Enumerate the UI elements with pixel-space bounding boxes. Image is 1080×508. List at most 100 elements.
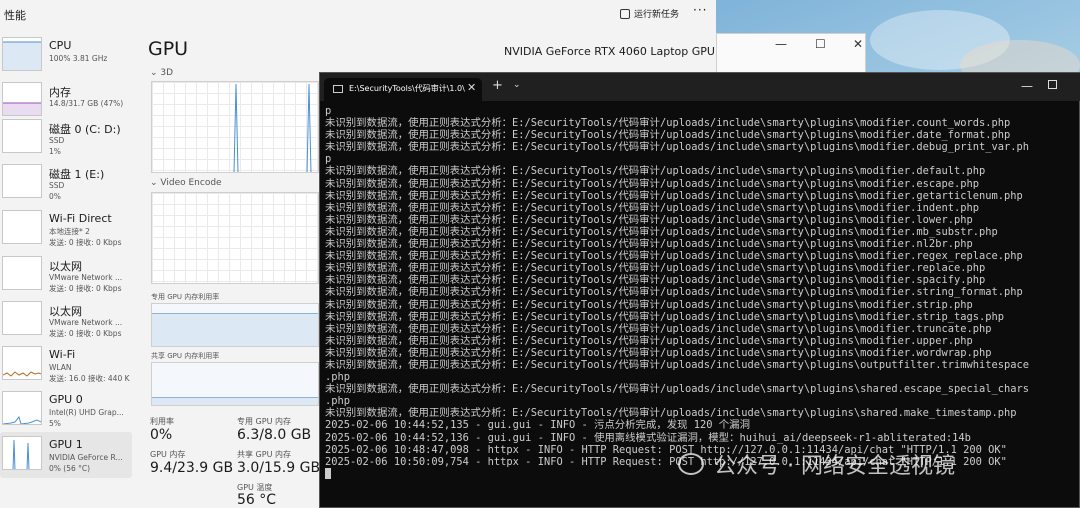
sidebar-item-label: GPU 0	[49, 393, 83, 406]
sidebar-item-label: GPU 1	[49, 438, 83, 451]
sidebar-item-ethernet[interactable]: 以太网 VMware Network ... 发送: 0 接收: 0 Kbps	[0, 297, 132, 343]
watermark-text: 公众号 · 网络安全透视镜	[714, 454, 955, 479]
sidebar-item-detail: VMware Network ... 发送: 0 接收: 0 Kbps	[49, 318, 123, 338]
memory-thumbnail	[2, 82, 42, 116]
sidebar-item-disk-0[interactable]: 磁盘 0 (C: D:) SSD 1%	[0, 115, 132, 161]
dedicated-memory-stat-value: 6.3/8.0 GB	[237, 427, 312, 443]
terminal-cursor	[325, 468, 331, 480]
sidebar-item-detail: Intel(R) UHD Grap... 5%	[49, 408, 124, 428]
terminal-line: 未识别到数据流，使用正则表达式分析：E:/SecurityTools/代码审计/…	[325, 358, 1030, 371]
cpu-thumbnail	[2, 37, 42, 71]
terminal-tab[interactable]: E:\SecurityTools\代码审计\1.0\ ✕	[324, 78, 482, 101]
terminal-line: p	[325, 105, 332, 117]
terminal-line: 未识别到数据流，使用正则表达式分析：E:/SecurityTools/代码审计/…	[325, 238, 973, 251]
terminal-line: 未识别到数据流，使用正则表达式分析：E:/SecurityTools/代码审计/…	[325, 117, 1011, 130]
gpu-thumbnail	[2, 436, 42, 470]
utilization-value: 0%	[150, 427, 173, 443]
terminal-line: 未识别到数据流，使用正则表达式分析：E:/SecurityTools/代码审计/…	[325, 165, 986, 178]
terminal-line: 未识别到数据流，使用正则表达式分析：E:/SecurityTools/代码审计/…	[325, 189, 1023, 202]
sidebar-item-wifi[interactable]: Wi-Fi WLAN 发送: 16.0 接收: 440 K	[0, 342, 132, 388]
terminal-line: 未识别到数据流，使用正则表达式分析：E:/SecurityTools/代码审计/…	[325, 274, 986, 287]
sidebar-item-cpu[interactable]: CPU 100% 3.81 GHz	[0, 33, 132, 79]
sidebar-item-detail: WLAN 发送: 16.0 接收: 440 K	[49, 363, 130, 383]
sidebar-item-disk-1[interactable]: 磁盘 1 (E:) SSD 0%	[0, 160, 132, 206]
shared-memory-stat-value: 3.0/15.9 GB	[237, 460, 321, 476]
run-new-task-button[interactable]: 运行新任务	[620, 7, 679, 20]
network-thumbnail	[2, 210, 42, 244]
gpu-memory-label: GPU 内存	[150, 450, 186, 459]
network-thumbnail	[2, 256, 42, 290]
gpu-model-name: NVIDIA GeForce RTX 4060 Laptop GPU	[504, 45, 715, 58]
gpu-heading: GPU	[148, 38, 189, 60]
wechat-icon	[678, 453, 704, 475]
dedicated-memory-stat-label: 专用 GPU 内存	[237, 417, 291, 426]
dedicated-memory-fill	[152, 312, 318, 346]
engine-selector-3d[interactable]: ⌄ 3D	[150, 68, 173, 78]
close-tab-icon[interactable]: ✕	[467, 81, 476, 94]
sidebar-item-ethernet[interactable]: 以太网 VMware Network ... 发送: 0 接收: 0 Kbps	[0, 252, 132, 298]
engine-selector-video-encode[interactable]: ⌄ Video Encode	[150, 178, 222, 188]
sidebar-item-detail: SSD 0%	[49, 181, 65, 201]
gpu-thumbnail	[2, 391, 42, 425]
watermark: 公众号 · 网络安全透视镜	[678, 448, 955, 480]
terminal-line: 2025-02-06 10:44:52,135 - gui.gui - INFO…	[325, 419, 750, 432]
terminal-icon	[333, 85, 343, 93]
terminal-tab-bar: E:\SecurityTools\代码审计\1.0\ ✕ + ⌄ —	[320, 73, 1080, 101]
shared-memory-stat-label: 共享 GPU 内存	[237, 450, 291, 459]
terminal-line: 未识别到数据流，使用正则表达式分析：E:/SecurityTools/代码审计/…	[325, 322, 992, 335]
terminal-line: 未识别到数据流，使用正则表达式分析：E:/SecurityTools/代码审计/…	[325, 262, 986, 275]
terminal-line: .php	[325, 395, 351, 408]
sidebar-item-gpu-0[interactable]: GPU 0 Intel(R) UHD Grap... 5%	[0, 387, 132, 433]
terminal-line: 未识别到数据流，使用正则表达式分析：E:/SecurityTools/代码审计/…	[325, 225, 998, 238]
engine-label: 3D	[160, 68, 174, 78]
graph-dedicated-memory	[151, 303, 319, 347]
minimize-icon[interactable]: —	[1021, 79, 1033, 93]
sidebar-item-detail: 本地连接* 2 发送: 0 接收: 0 Kbps	[49, 227, 122, 247]
terminal-line: 未识别到数据流，使用正则表达式分析：E:/SecurityTools/代码审计/…	[325, 141, 1030, 154]
terminal-line: 未识别到数据流，使用正则表达式分析：E:/SecurityTools/代码审计/…	[325, 201, 979, 214]
network-thumbnail	[2, 301, 42, 335]
terminal-window: E:\SecurityTools\代码审计\1.0\ ✕ + ⌄ — p 未识别到…	[319, 72, 1080, 508]
terminal-line: 未识别到数据流，使用正则表达式分析：E:/SecurityTools/代码审计/…	[325, 298, 973, 311]
graph-shared-memory	[151, 362, 319, 406]
graph-video-encode	[151, 192, 319, 284]
new-tab-button[interactable]: +	[492, 78, 503, 93]
terminal-line: 未识别到数据流，使用正则表达式分析：E:/SecurityTools/代码审计/…	[325, 250, 1023, 263]
terminal-tab-title: E:\SecurityTools\代码审计\1.0\	[349, 84, 465, 93]
performance-sidebar: CPU 100% 3.81 GHz 内存 14.8/31.7 GB (47%) …	[0, 33, 132, 508]
utilization-label: 利用率	[150, 417, 174, 426]
sidebar-item-detail: SSD 1%	[49, 136, 65, 156]
sidebar-item-label: Wi-Fi Direct	[49, 212, 112, 225]
background-window[interactable]: — ☐ ✕	[716, 33, 866, 73]
maximize-icon[interactable]: ☐	[815, 37, 826, 51]
terminal-line: 未识别到数据流，使用正则表达式分析：E:/SecurityTools/代码审计/…	[325, 177, 979, 190]
terminal-line: 未识别到数据流，使用正则表达式分析：E:/SecurityTools/代码审计/…	[325, 334, 973, 347]
sidebar-item-gpu-1[interactable]: GPU 1 NVIDIA GeForce R... 0% (56 °C)	[0, 432, 132, 478]
shared-memory-fill	[152, 397, 318, 405]
page-title: 性能	[4, 9, 26, 22]
gpu-memory-value: 9.4/23.9 GB	[150, 460, 234, 476]
sidebar-item-label: Wi-Fi	[49, 348, 76, 361]
shared-memory-label: 共享 GPU 内存利用率	[151, 352, 220, 360]
sidebar-item-detail: VMware Network ... 发送: 0 接收: 0 Kbps	[49, 273, 123, 293]
sidebar-item-detail: 14.8/31.7 GB (47%)	[49, 99, 124, 108]
disk-thumbnail	[2, 119, 42, 153]
minimize-icon[interactable]: —	[775, 37, 787, 51]
maximize-icon[interactable]	[1048, 80, 1057, 89]
gpu-temperature-value: 56 °C	[237, 492, 277, 508]
terminal-line: 未识别到数据流，使用正则表达式分析：E:/SecurityTools/代码审计/…	[325, 383, 1030, 396]
terminal-line: 未识别到数据流，使用正则表达式分析：E:/SecurityTools/代码审计/…	[325, 346, 992, 359]
disk-thumbnail	[2, 164, 42, 198]
chevron-down-icon[interactable]: ⌄	[513, 80, 521, 90]
wifi-thumbnail	[2, 346, 42, 380]
run-new-task-label: 运行新任务	[634, 10, 680, 20]
terminal-line: p	[325, 153, 332, 166]
terminal-line: 未识别到数据流，使用正则表达式分析：E:/SecurityTools/代码审计/…	[325, 407, 1017, 420]
terminal-output[interactable]: p 未识别到数据流，使用正则表达式分析：E:/SecurityTools/代码审计…	[325, 105, 1077, 505]
sidebar-item-label: CPU	[49, 39, 72, 52]
graph-3d-line	[233, 83, 312, 172]
sidebar-item-wifi-direct[interactable]: Wi-Fi Direct 本地连接* 2 发送: 0 接收: 0 Kbps	[0, 206, 132, 252]
graph-grid	[152, 193, 318, 283]
close-icon[interactable]: ✕	[853, 37, 863, 51]
more-options-button[interactable]: ···	[693, 3, 707, 17]
